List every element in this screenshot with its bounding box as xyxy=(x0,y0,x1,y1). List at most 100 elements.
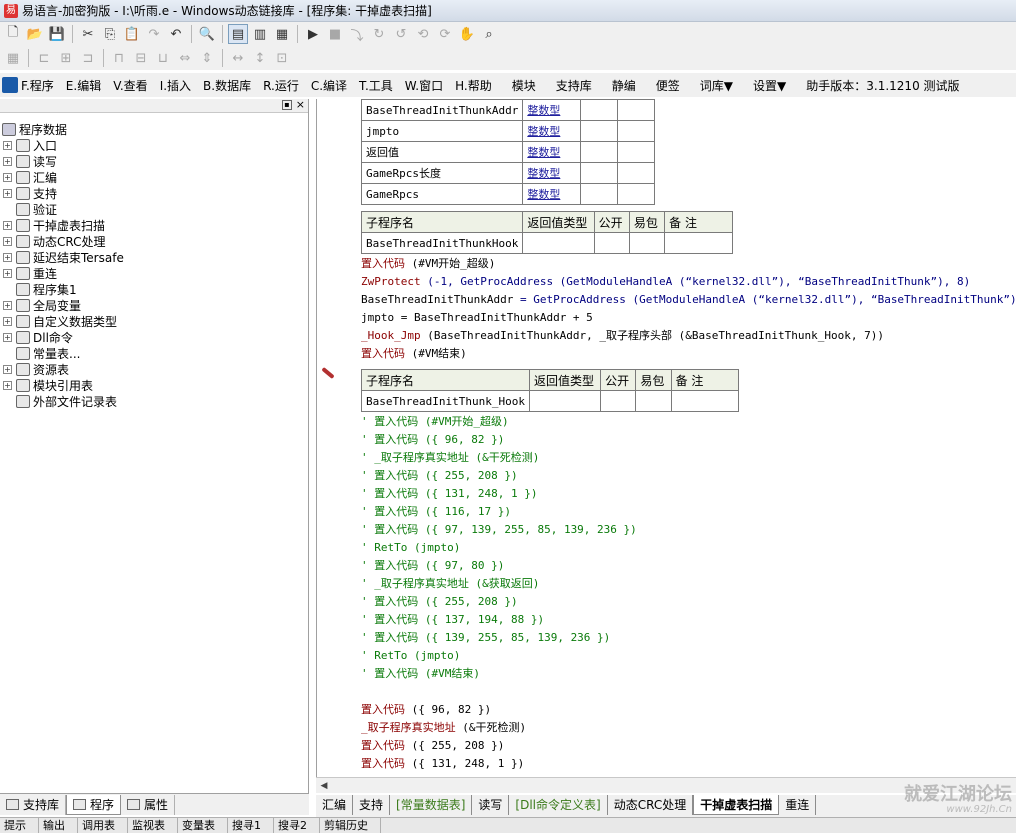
expand-icon[interactable]: + xyxy=(3,252,12,262)
tab-dynamic-crc[interactable]: 动态CRC处理 xyxy=(608,795,694,815)
tab-support[interactable]: 支持 xyxy=(353,795,391,815)
menu-database[interactable]: B.数据库 xyxy=(203,77,251,94)
comment-line[interactable]: ' 置入代码 ({ 96, 82 }) xyxy=(361,431,504,449)
tree-item[interactable]: 外部文件记录表 xyxy=(0,393,308,409)
hand-icon[interactable]: ✋ xyxy=(457,24,477,44)
tab-vtable-scan[interactable]: 干掉虚表扫描 xyxy=(693,795,780,815)
expand-icon[interactable]: + xyxy=(3,220,12,230)
code-line[interactable]: 置入代码 (#VM结束) xyxy=(361,345,467,363)
binoculars-icon[interactable]: ⌕ xyxy=(479,24,499,44)
cut-icon[interactable]: ✂ xyxy=(78,24,98,44)
code-line[interactable]: _取子程序真实地址 (&干死检测) xyxy=(361,719,526,737)
sub-name[interactable]: BaseThreadInitThunk_Hook xyxy=(361,390,530,412)
layout-two-icon[interactable]: ▥ xyxy=(250,24,270,44)
comment-line[interactable]: ' 置入代码 (#VM结束) xyxy=(361,665,480,683)
table-row[interactable]: BaseThreadInitThunk_Hook xyxy=(361,390,740,412)
step-into-icon[interactable]: ⤵ xyxy=(347,24,367,44)
menu-tools[interactable]: T.工具 xyxy=(359,77,393,94)
tree-item[interactable]: + 全局变量 xyxy=(0,297,308,313)
menu-help[interactable]: H.帮助 xyxy=(455,77,492,94)
tree-item[interactable]: + Dll命令 xyxy=(0,329,308,345)
expand-icon[interactable]: + xyxy=(3,156,12,166)
tab-program[interactable]: 程序 xyxy=(66,794,122,815)
layout-three-icon[interactable]: ▦ xyxy=(272,24,292,44)
tab-asm[interactable]: 汇编 xyxy=(316,795,354,815)
tree-item[interactable]: 常量表... xyxy=(0,345,308,361)
center-form-icon[interactable]: ⊡ xyxy=(272,48,292,68)
tree-item[interactable]: + 汇编 xyxy=(0,169,308,185)
undo-icon[interactable]: ↶ xyxy=(166,24,186,44)
var-type[interactable]: 整数型 xyxy=(522,141,581,163)
comment-line[interactable]: ' RetTo (jmpto) xyxy=(361,539,460,557)
menu-window[interactable]: W.窗口 xyxy=(405,77,443,94)
step-out-icon[interactable]: ↺ xyxy=(391,24,411,44)
align-bottom-icon[interactable]: ⊔ xyxy=(153,48,173,68)
menu-insert[interactable]: I.插入 xyxy=(160,77,191,94)
tab-variables[interactable]: 变量表 xyxy=(178,818,228,833)
step-back-icon[interactable]: ⟳ xyxy=(435,24,455,44)
code-line[interactable]: ZwProtect (-1, GetProcAddress (GetModule… xyxy=(361,273,970,291)
tab-constant-table[interactable]: [常量数据表] xyxy=(390,795,473,815)
tab-support-lib[interactable]: 支持库 xyxy=(0,794,67,815)
code-line[interactable]: 置入代码 ({ 131, 248, 1 }) xyxy=(361,755,524,773)
menu-support-lib[interactable]: 支持库 xyxy=(556,77,592,94)
comment-line[interactable]: ' 置入代码 ({ 131, 248, 1 }) xyxy=(361,485,537,503)
var-type[interactable]: 整数型 xyxy=(522,162,581,184)
tree-item[interactable]: + 自定义数据类型 xyxy=(0,313,308,329)
stop-icon[interactable]: ■ xyxy=(325,24,345,44)
tree-item[interactable]: 验证 xyxy=(0,201,308,217)
space-horizontal-icon[interactable]: ↔ xyxy=(228,48,248,68)
comment-line[interactable]: ' 置入代码 ({ 97, 80 }) xyxy=(361,557,504,575)
find-icon[interactable]: 🔍 xyxy=(197,24,217,44)
redo-icon[interactable]: ↷ xyxy=(144,24,164,44)
grid-icon[interactable]: ▦ xyxy=(3,48,23,68)
menu-run[interactable]: R.运行 xyxy=(263,77,299,94)
code-line[interactable]: jmpto = BaseThreadInitThunkAddr + 5 xyxy=(361,309,593,327)
comment-line[interactable]: ' _取子程序真实地址 (&获取返回) xyxy=(361,575,539,593)
step-over-icon[interactable]: ↻ xyxy=(369,24,389,44)
code-line[interactable]: _Hook_Jmp (BaseThreadInitThunkAddr, _取子程… xyxy=(361,327,884,345)
space-vertical-icon[interactable]: ↕ xyxy=(250,48,270,68)
scroll-left-icon[interactable]: ◀ xyxy=(318,780,330,792)
table-row[interactable]: GameRpcs 整数型 xyxy=(360,183,656,205)
editor-gutter[interactable] xyxy=(317,99,359,777)
comment-line[interactable]: ' 置入代码 ({ 137, 194, 88 }) xyxy=(361,611,544,629)
tree-item[interactable]: + 支持 xyxy=(0,185,308,201)
new-file-icon[interactable]: 🗋 xyxy=(3,24,23,44)
run-icon[interactable]: ▶ xyxy=(303,24,323,44)
align-left-icon[interactable]: ⊏ xyxy=(34,48,54,68)
menu-edit[interactable]: E.编辑 xyxy=(66,77,101,94)
layout-one-icon[interactable]: ▤ xyxy=(228,24,248,44)
tab-call-stack[interactable]: 调用表 xyxy=(78,818,128,833)
menu-static-compile[interactable]: 静编 xyxy=(612,77,636,94)
tab-clip-history[interactable]: 剪辑历史 xyxy=(320,818,381,833)
code-line[interactable]: 置入代码 ({ 96, 82 }) xyxy=(361,701,491,719)
menu-notes[interactable]: 便签 xyxy=(656,77,680,94)
tab-reconnect[interactable]: 重连 xyxy=(779,795,817,815)
code-line[interactable]: BaseThreadInitThunkAddr = GetProcAddress… xyxy=(361,291,1016,309)
table-row[interactable]: 返回值 整数型 xyxy=(360,141,656,163)
tree-item[interactable]: + 延迟结束Tersafe xyxy=(0,249,308,265)
comment-line[interactable]: ' 置入代码 ({ 97, 139, 255, 85, 139, 236 }) xyxy=(361,521,637,539)
pin-icon[interactable]: ▪ xyxy=(282,100,292,110)
tree-item[interactable]: + 重连 xyxy=(0,265,308,281)
var-type[interactable]: 整数型 xyxy=(522,183,581,205)
tab-tips[interactable]: 提示 xyxy=(0,818,39,833)
tab-output[interactable]: 输出 xyxy=(39,818,78,833)
menu-compile[interactable]: C.编译 xyxy=(311,77,347,94)
tree-item[interactable]: + 干掉虚表扫描 xyxy=(0,217,308,233)
expand-icon[interactable]: + xyxy=(3,236,12,246)
menu-settings[interactable]: 设置▼ xyxy=(753,77,786,94)
sub-name[interactable]: BaseThreadInitThunkHook xyxy=(360,232,524,254)
menu-lexicon[interactable]: 词库▼ xyxy=(700,77,733,94)
menu-module[interactable]: 模块 xyxy=(512,77,536,94)
tab-search1[interactable]: 搜寻1 xyxy=(228,818,274,833)
close-icon[interactable]: × xyxy=(296,99,305,111)
tab-dll-command-table[interactable]: [Dll命令定义表] xyxy=(509,795,608,815)
comment-line[interactable]: ' _取子程序真实地址 (&干死检测) xyxy=(361,449,539,467)
align-top-icon[interactable]: ⊓ xyxy=(109,48,129,68)
code-line[interactable]: 置入代码 (#VM开始_超级) xyxy=(361,255,495,273)
comment-line[interactable]: ' 置入代码 (#VM开始_超级) xyxy=(361,413,509,431)
tab-properties[interactable]: 属性 xyxy=(121,794,176,815)
copy-icon[interactable]: ⎘ xyxy=(100,24,120,44)
